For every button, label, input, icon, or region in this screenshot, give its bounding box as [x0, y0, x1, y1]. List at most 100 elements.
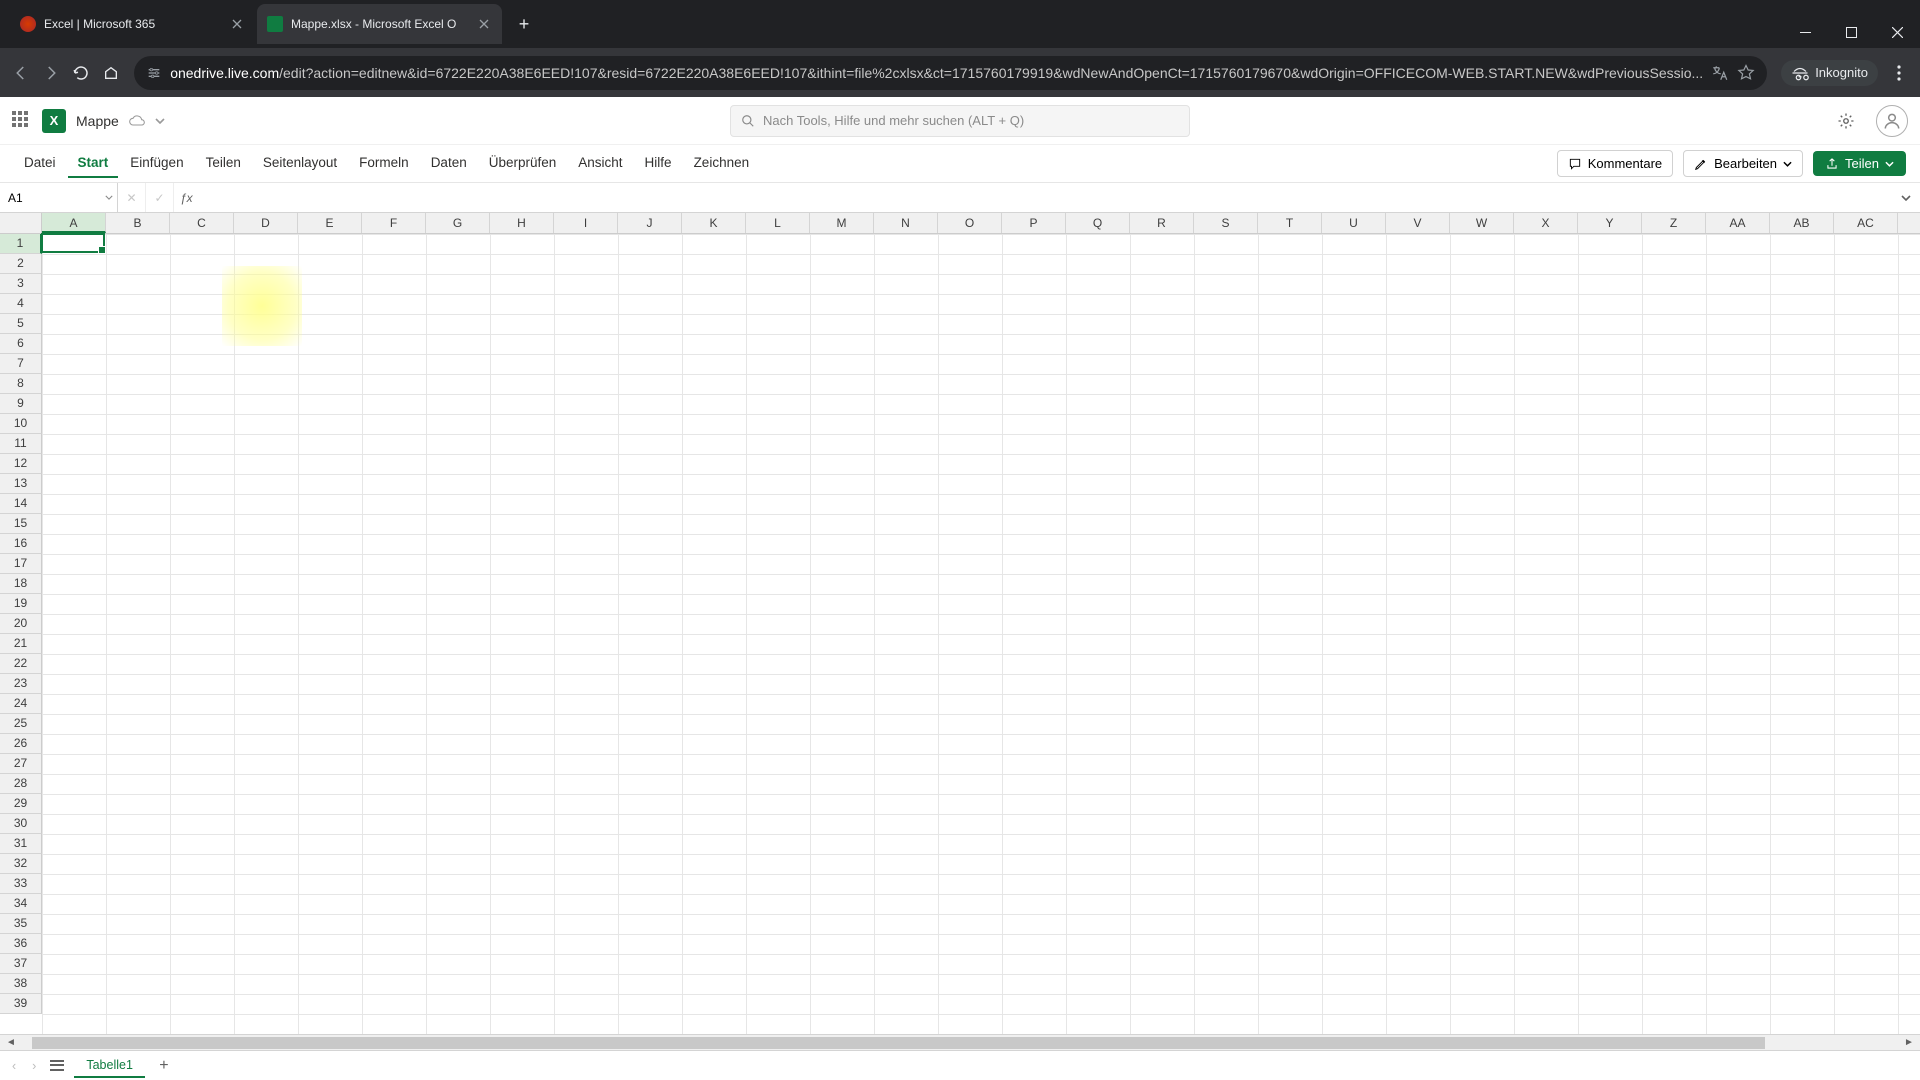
column-header[interactable]: K [682, 213, 746, 233]
column-header[interactable]: G [426, 213, 490, 233]
incognito-badge[interactable]: Inkognito [1781, 60, 1878, 86]
forward-button[interactable] [38, 55, 64, 91]
prev-sheet-button[interactable]: ‹ [8, 1059, 20, 1073]
collapse-ribbon-chevron-icon[interactable] [1892, 183, 1920, 212]
row-header[interactable]: 8 [0, 374, 42, 394]
share-button[interactable]: Teilen [1813, 151, 1906, 176]
row-header[interactable]: 12 [0, 454, 42, 474]
row-header[interactable]: 17 [0, 554, 42, 574]
select-all-corner[interactable] [0, 213, 42, 233]
fx-label[interactable]: ƒx [174, 191, 199, 205]
ribbon-tab-formeln[interactable]: Formeln [349, 149, 419, 178]
document-menu-chevron-icon[interactable] [155, 118, 165, 124]
row-header[interactable]: 30 [0, 814, 42, 834]
row-header[interactable]: 29 [0, 794, 42, 814]
row-header[interactable]: 4 [0, 294, 42, 314]
cells-area[interactable] [42, 234, 1920, 1034]
column-header[interactable]: Y [1578, 213, 1642, 233]
row-header[interactable]: 15 [0, 514, 42, 534]
close-window-button[interactable] [1874, 16, 1920, 48]
close-tab-icon[interactable] [476, 16, 492, 32]
row-header[interactable]: 32 [0, 854, 42, 874]
new-tab-button[interactable]: + [510, 10, 538, 38]
bookmark-icon[interactable] [1737, 64, 1755, 82]
search-box[interactable]: Nach Tools, Hilfe und mehr suchen (ALT +… [730, 105, 1190, 137]
horizontal-scrollbar[interactable]: ◄ ► [0, 1034, 1920, 1050]
add-sheet-button[interactable]: + [153, 1055, 175, 1077]
close-tab-icon[interactable] [229, 16, 245, 32]
browser-tab-mappe[interactable]: Mappe.xlsx - Microsoft Excel O [257, 4, 502, 44]
address-bar[interactable]: onedrive.live.com/edit?action=editnew&id… [134, 56, 1767, 90]
back-button[interactable] [8, 55, 34, 91]
ribbon-tab-zeichnen[interactable]: Zeichnen [684, 149, 760, 178]
browser-menu-button[interactable] [1886, 55, 1912, 91]
ribbon-tab-start[interactable]: Start [68, 149, 119, 178]
row-header[interactable]: 3 [0, 274, 42, 294]
column-header[interactable]: B [106, 213, 170, 233]
row-header[interactable]: 27 [0, 754, 42, 774]
name-box-dropdown-icon[interactable] [105, 195, 113, 200]
row-header[interactable]: 21 [0, 634, 42, 654]
reload-button[interactable] [68, 55, 94, 91]
spreadsheet-grid[interactable]: ABCDEFGHIJKLMNOPQRSTUVWXYZAAABAC 1234567… [0, 213, 1920, 1034]
translate-icon[interactable] [1711, 64, 1729, 82]
column-header[interactable]: V [1386, 213, 1450, 233]
column-header[interactable]: E [298, 213, 362, 233]
column-header[interactable]: Q [1066, 213, 1130, 233]
tune-icon[interactable] [146, 65, 162, 81]
row-header[interactable]: 19 [0, 594, 42, 614]
row-header[interactable]: 6 [0, 334, 42, 354]
row-header[interactable]: 35 [0, 914, 42, 934]
row-header[interactable]: 38 [0, 974, 42, 994]
row-header[interactable]: 13 [0, 474, 42, 494]
settings-gear-icon[interactable] [1830, 105, 1862, 137]
row-header[interactable]: 26 [0, 734, 42, 754]
column-header[interactable]: Z [1642, 213, 1706, 233]
column-header[interactable]: AC [1834, 213, 1898, 233]
account-avatar[interactable] [1876, 105, 1908, 137]
column-header[interactable]: T [1258, 213, 1322, 233]
row-header[interactable]: 22 [0, 654, 42, 674]
selected-cell[interactable] [41, 233, 105, 253]
sheet-tab-tabelle1[interactable]: Tabelle1 [74, 1054, 145, 1078]
browser-tab-excel365[interactable]: Excel | Microsoft 365 [10, 4, 255, 44]
formula-input[interactable] [199, 183, 1892, 212]
row-header[interactable]: 24 [0, 694, 42, 714]
row-header[interactable]: 39 [0, 994, 42, 1014]
row-header[interactable]: 28 [0, 774, 42, 794]
column-header[interactable]: C [170, 213, 234, 233]
row-header[interactable]: 1 [0, 234, 42, 254]
column-header[interactable]: S [1194, 213, 1258, 233]
column-header[interactable]: H [490, 213, 554, 233]
row-header[interactable]: 2 [0, 254, 42, 274]
row-header[interactable]: 33 [0, 874, 42, 894]
row-header[interactable]: 5 [0, 314, 42, 334]
ribbon-tab-ansicht[interactable]: Ansicht [568, 149, 632, 178]
row-header[interactable]: 25 [0, 714, 42, 734]
next-sheet-button[interactable]: › [28, 1059, 40, 1073]
scroll-left-arrow-icon[interactable]: ◄ [4, 1037, 18, 1048]
all-sheets-button[interactable] [48, 1057, 66, 1075]
column-header[interactable]: F [362, 213, 426, 233]
ribbon-tab-hilfe[interactable]: Hilfe [635, 149, 682, 178]
document-name[interactable]: Mappe [76, 113, 119, 129]
row-header[interactable]: 11 [0, 434, 42, 454]
column-header[interactable]: N [874, 213, 938, 233]
column-header[interactable]: L [746, 213, 810, 233]
comments-button[interactable]: Kommentare [1557, 150, 1673, 177]
row-header[interactable]: 16 [0, 534, 42, 554]
column-header[interactable]: D [234, 213, 298, 233]
column-header[interactable]: P [1002, 213, 1066, 233]
row-header[interactable]: 7 [0, 354, 42, 374]
column-header[interactable]: A [42, 213, 106, 233]
row-header[interactable]: 37 [0, 954, 42, 974]
row-header[interactable]: 20 [0, 614, 42, 634]
row-header[interactable]: 14 [0, 494, 42, 514]
app-launcher-button[interactable] [12, 111, 32, 131]
row-header[interactable]: 31 [0, 834, 42, 854]
column-header[interactable]: I [554, 213, 618, 233]
ribbon-tab-daten[interactable]: Daten [421, 149, 477, 178]
ribbon-tab-ueberpruefen[interactable]: Überprüfen [479, 149, 567, 178]
editing-mode-button[interactable]: Bearbeiten [1683, 150, 1803, 177]
row-header[interactable]: 10 [0, 414, 42, 434]
